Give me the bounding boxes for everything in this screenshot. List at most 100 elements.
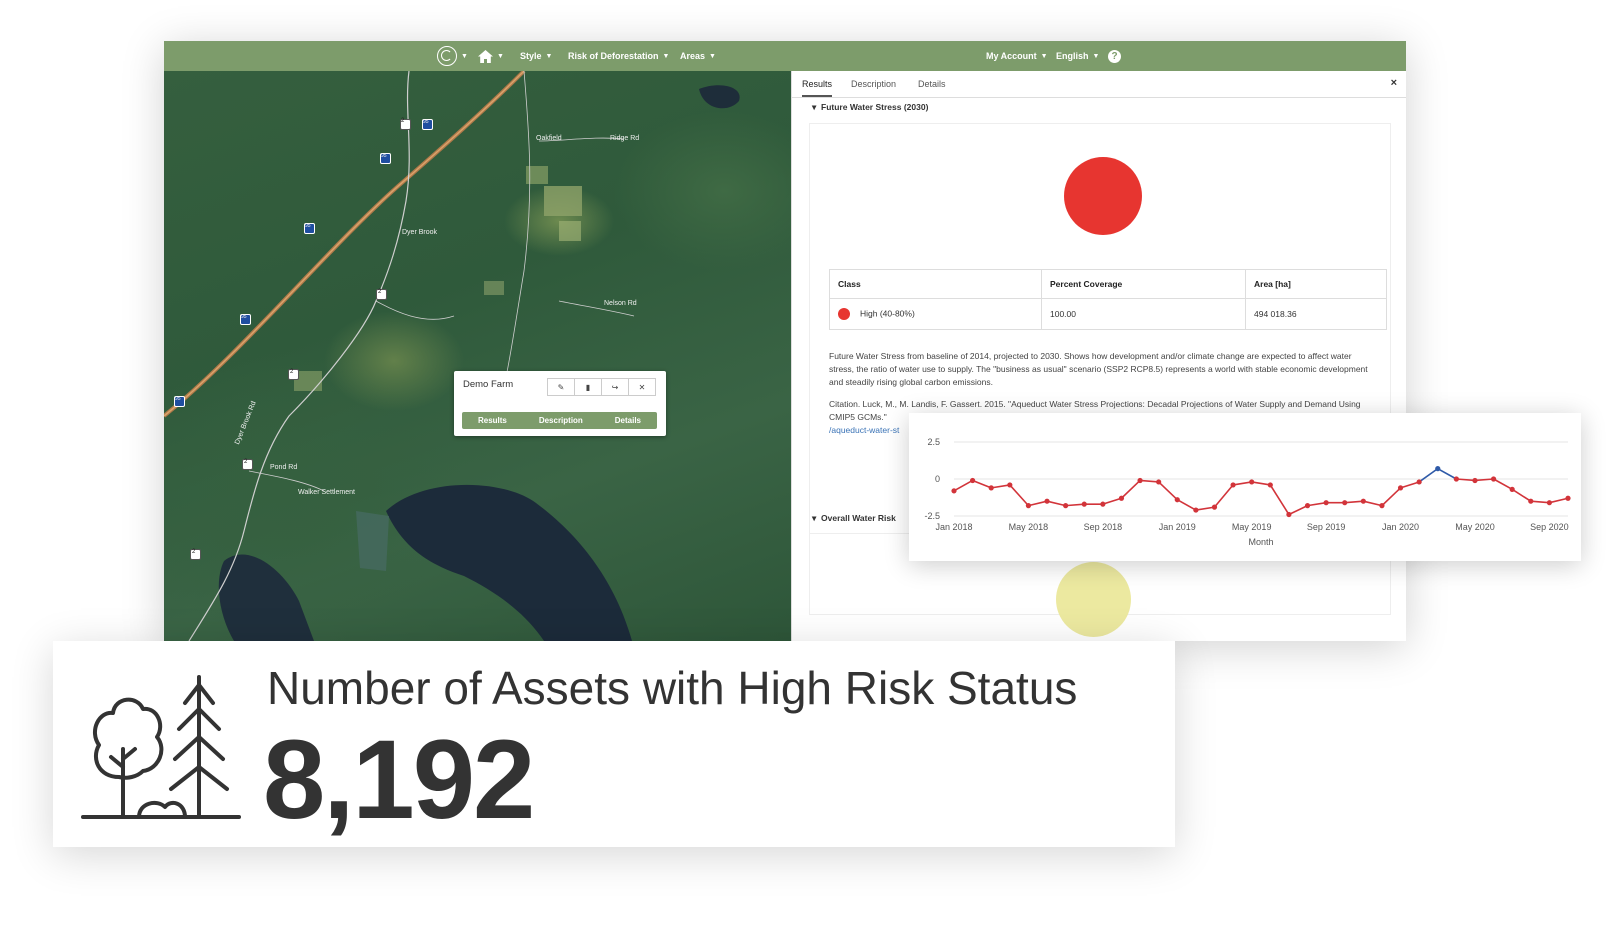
trash-icon: ▮ (585, 382, 591, 392)
series-segment (953, 479, 973, 492)
x-tick-label: May 2018 (1009, 522, 1049, 532)
style-menu-label: Style (520, 51, 542, 61)
route-number: 95 (241, 314, 247, 320)
chevron-down-icon: ▼ (662, 52, 670, 60)
series-segment (1381, 487, 1402, 507)
share-icon: ↪ (611, 382, 619, 392)
edit-button[interactable]: ✎ (547, 378, 575, 396)
panel-tabs: Results Description Details × (792, 71, 1406, 98)
section-toggle-overall-water-risk[interactable]: ▾ Overall Water Risk (812, 513, 896, 524)
series-segment (1213, 484, 1234, 508)
home-icon (478, 49, 493, 63)
tab-details[interactable]: Details (918, 71, 946, 97)
lake (386, 484, 632, 641)
series-segment (1065, 503, 1085, 507)
data-point (1137, 477, 1143, 484)
account-menu-label: My Account (986, 51, 1037, 61)
tab-results[interactable]: Results (802, 71, 833, 97)
lake (699, 85, 740, 109)
series-segment (1232, 481, 1252, 486)
series-segment (1028, 500, 1048, 507)
series-segment (1102, 497, 1122, 505)
x-tick-label: Sep 2020 (1530, 522, 1569, 532)
data-point (1472, 477, 1478, 484)
data-point (1453, 476, 1459, 482)
y-tick-label: 2.5 (927, 437, 940, 447)
chevron-down-icon: ▼ (545, 52, 553, 60)
section-toggle-future-water-stress[interactable]: ▾ Future Water Stress (2030) (812, 102, 928, 113)
series-segment (972, 479, 992, 489)
risk-indicator-dot (1064, 157, 1142, 235)
caret-down-icon: ▾ (812, 513, 817, 523)
areas-menu[interactable]: Areas ▼ (680, 41, 716, 71)
forest-icon (81, 675, 241, 819)
x-tick-label: Sep 2019 (1307, 522, 1346, 532)
route-number: 2 (378, 289, 382, 295)
account-menu[interactable]: My Account ▼ (986, 41, 1048, 71)
map-place-label: Dyer Brook (402, 229, 438, 236)
data-point (1379, 503, 1385, 509)
table-header: Percent Coverage (1041, 269, 1246, 299)
close-popup-button[interactable]: ✕ (628, 378, 656, 396)
popup-toolbar: ✎ ▮ ↪ ✕ (547, 378, 656, 396)
share-button[interactable]: ↪ (601, 378, 629, 396)
citation-link[interactable]: /aqueduct-water-st (829, 425, 899, 435)
data-point (1230, 482, 1236, 488)
data-point (1100, 501, 1106, 507)
data-point (1193, 507, 1199, 513)
class-label: High (40-80%) (860, 308, 915, 319)
section-title: Future Water Stress (2030) (821, 102, 929, 112)
popup-title: Demo Farm (463, 379, 514, 390)
home-menu[interactable]: ▼ (478, 41, 504, 71)
areas-menu-label: Areas (680, 51, 706, 61)
language-menu-label: English (1056, 51, 1089, 61)
style-menu[interactable]: Style ▼ (520, 41, 552, 71)
water-stress-chart-card: 2.5 0 -2.5 Jan 2018 May 2018 Sep 2018 Jan 2019… (909, 413, 1581, 561)
data-point (1435, 466, 1441, 472)
risk-menu[interactable]: Risk of Deforestation ▼ (568, 41, 669, 71)
popup-description-button[interactable]: Description (539, 416, 583, 425)
series-segment (1344, 500, 1364, 504)
logo-menu[interactable]: ▼ (437, 41, 468, 71)
series-segment (1400, 481, 1420, 489)
satellite-map[interactable]: 2 95 95 95 95 95 2 2 2 2 Oakfield Ridge … (164, 71, 791, 641)
data-point (1044, 498, 1050, 504)
data-point (1211, 504, 1218, 510)
data-point (1025, 503, 1032, 509)
popup-results-button[interactable]: Results (478, 416, 507, 425)
popup-details-button[interactable]: Details (615, 416, 641, 425)
route-number: 95 (175, 396, 181, 402)
map-place-label: Oakfield (536, 135, 562, 142)
map-place-label: Walker Settlement (298, 489, 355, 496)
x-tick-label: Jan 2018 (935, 522, 972, 532)
chevron-down-icon: ▼ (1040, 52, 1048, 60)
edit-icon: ✎ (557, 382, 565, 392)
x-tick-label: Jan 2020 (1382, 522, 1419, 532)
data-point (1360, 498, 1366, 504)
data-point (1416, 479, 1422, 485)
table-cell: 100.00 (1041, 298, 1246, 330)
data-point (1007, 482, 1013, 488)
series-segment (1437, 467, 1457, 480)
tab-description[interactable]: Description (851, 71, 896, 97)
route-number: 2 (244, 459, 248, 465)
close-panel-button[interactable]: × (1391, 77, 1397, 89)
help-button[interactable]: ? (1108, 41, 1121, 71)
data-point (1509, 486, 1515, 492)
kpi-value: 8,192 (263, 717, 535, 842)
x-axis-label: Month (1248, 537, 1273, 547)
series-segment (1511, 488, 1532, 502)
kpi-card: Number of Assets with High Risk Status 8… (53, 641, 1175, 847)
chevron-down-icon: ▼ (497, 52, 504, 60)
data-point (1063, 503, 1069, 509)
map-road-label: Nelson Rd (604, 300, 637, 307)
class-table: Class Percent Coverage Area [ha] High (4… (829, 269, 1387, 330)
language-menu[interactable]: English ▼ (1056, 41, 1099, 71)
section-title: Overall Water Risk (821, 513, 896, 523)
route-number: 2 (401, 118, 405, 124)
lake (218, 554, 314, 641)
close-icon: ✕ (638, 382, 646, 392)
delete-button[interactable]: ▮ (574, 378, 602, 396)
lake (356, 511, 389, 571)
route-number: 95 (305, 223, 311, 229)
